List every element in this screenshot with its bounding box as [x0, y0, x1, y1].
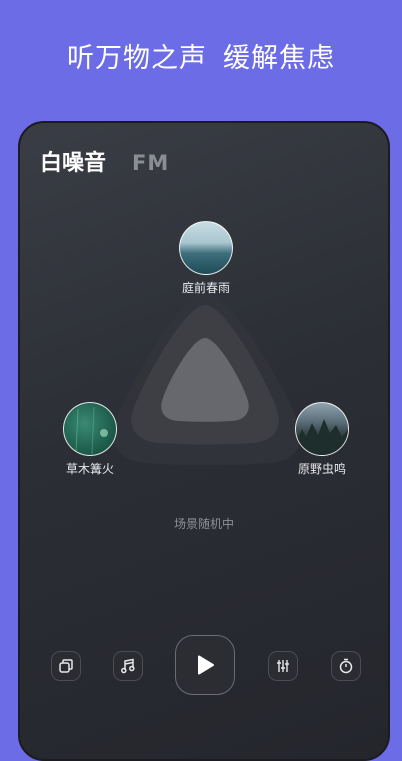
- scene-campfire[interactable]: 草木篝火: [45, 402, 135, 477]
- timer-button[interactable]: [331, 651, 361, 681]
- random-scene-status: 场景随机中: [173, 517, 234, 531]
- control-bar: [20, 635, 388, 695]
- scenes-button[interactable]: [51, 651, 81, 681]
- forest-scene-image: [295, 402, 349, 456]
- headline: 听万物之声 缓解焦虑: [0, 36, 402, 75]
- scenes-copy-icon: [59, 659, 73, 673]
- headline-part2: 缓解焦虑: [223, 43, 335, 74]
- sound-triangle: [113, 293, 301, 466]
- scene-rain[interactable]: 庭前春雨: [161, 221, 251, 296]
- scene-forest-label: 原野虫鸣: [297, 462, 346, 476]
- play-icon: [198, 655, 214, 675]
- rain-scene-image: [179, 221, 233, 275]
- scene-campfire-label: 草木篝火: [65, 462, 114, 476]
- scene-forest[interactable]: 原野虫鸣: [277, 402, 367, 477]
- headline-part1: 听万物之声: [67, 43, 207, 74]
- play-button[interactable]: [175, 635, 235, 695]
- campfire-scene-image: [63, 402, 117, 456]
- equalizer-icon: [277, 660, 289, 672]
- scene-rain-label: 庭前春雨: [181, 281, 230, 295]
- music-note-icon: [121, 658, 135, 674]
- phone-screen: 白噪音 FM 庭前春雨 草木篝火 原野虫鸣 场景随机中: [18, 121, 390, 761]
- equalizer-button[interactable]: [268, 651, 298, 681]
- music-button[interactable]: [113, 651, 143, 681]
- timer-icon: [339, 658, 353, 674]
